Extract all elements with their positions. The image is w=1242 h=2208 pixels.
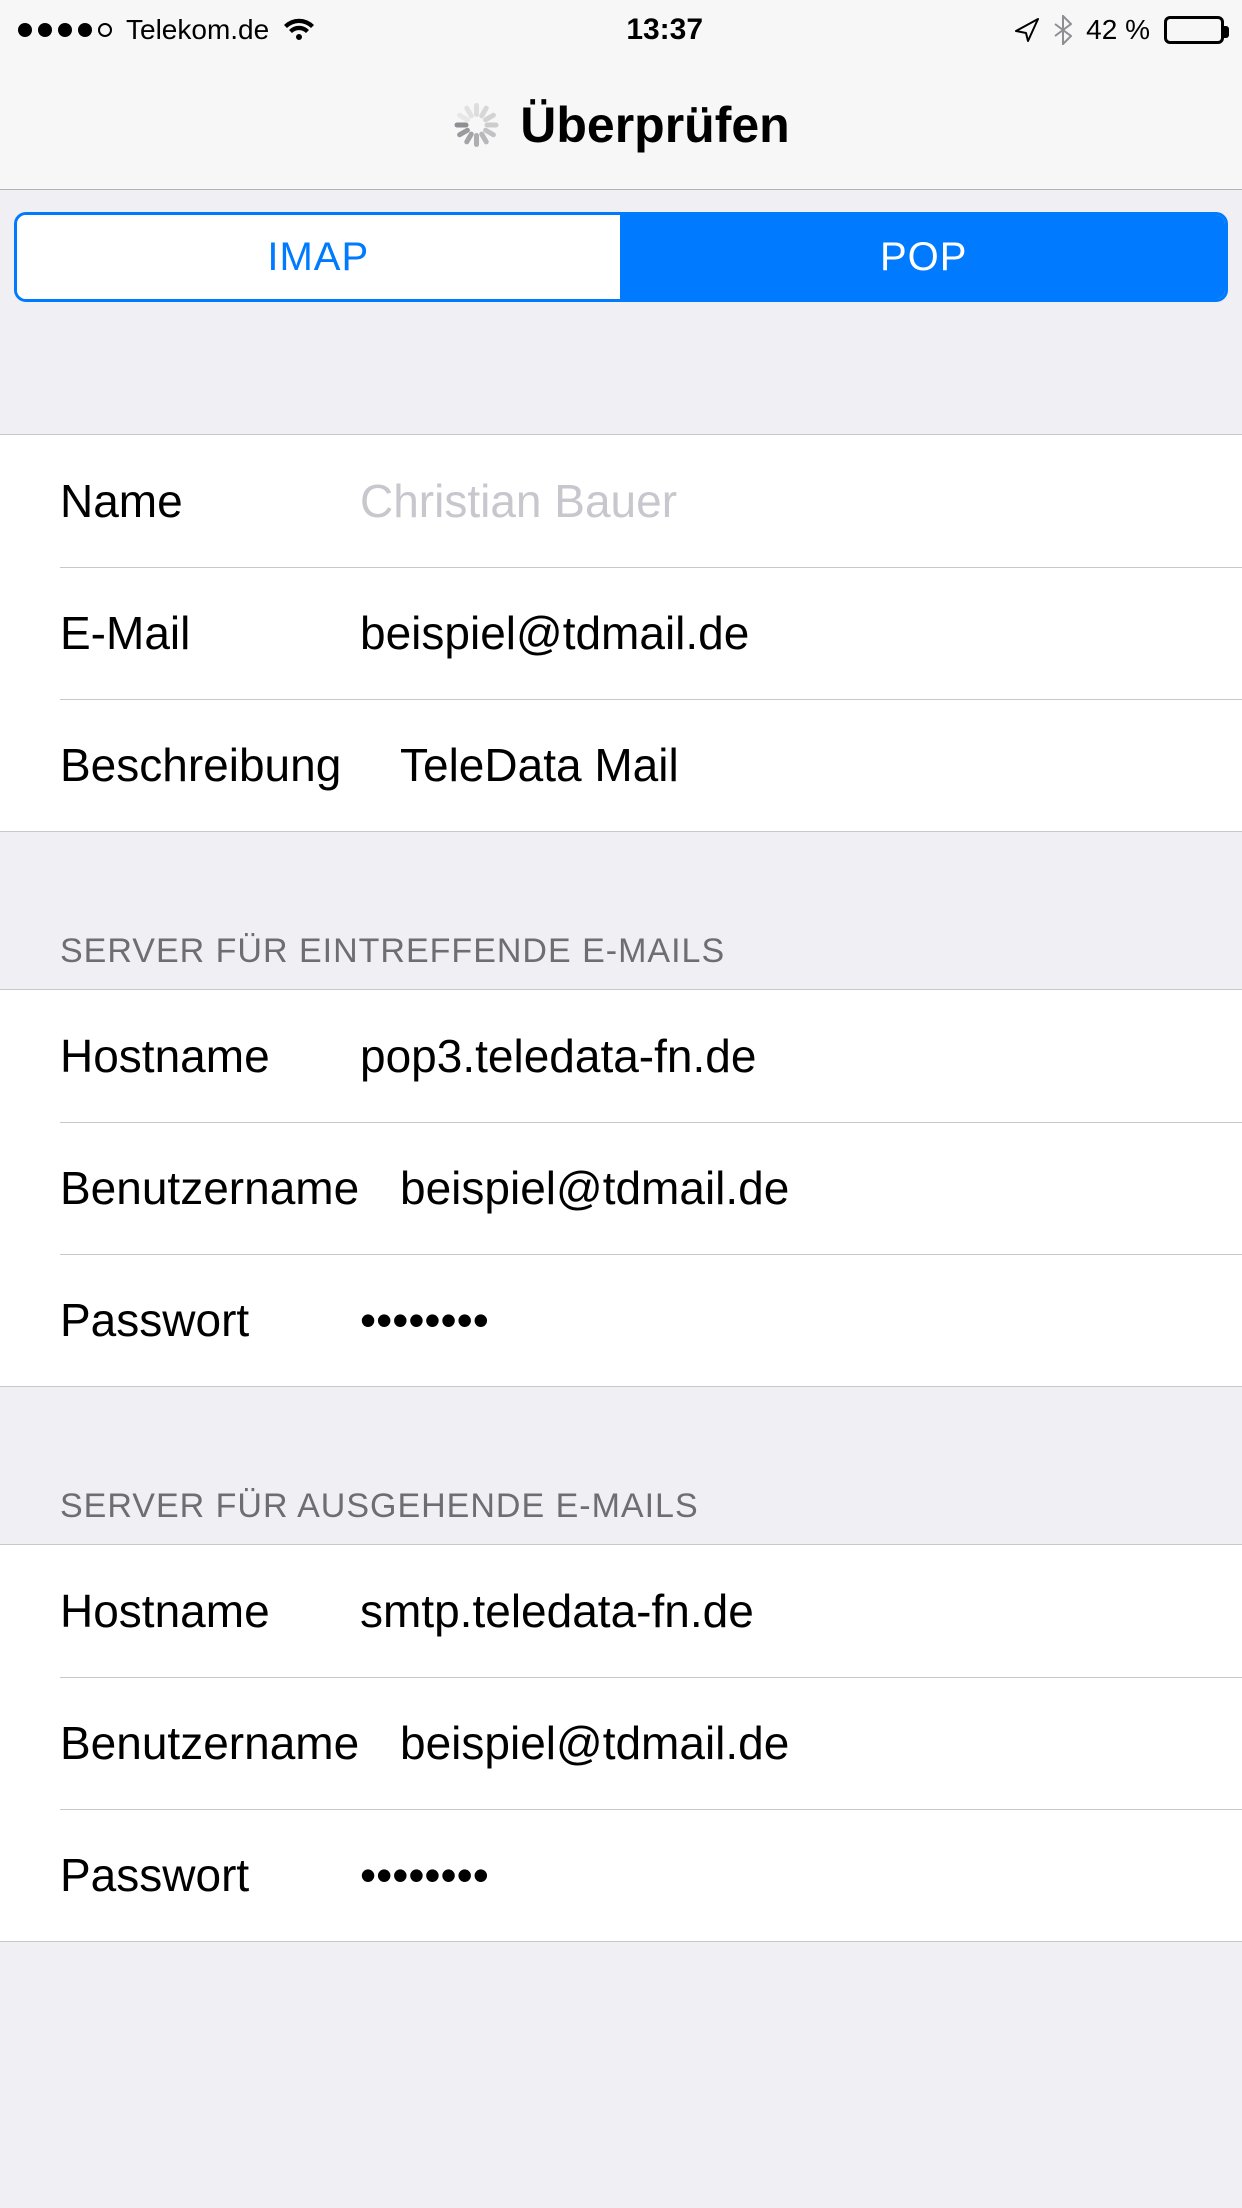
- incoming-host-label: Hostname: [60, 1029, 360, 1083]
- row-outgoing-user[interactable]: Benutzername: [0, 1677, 1242, 1809]
- email-label: E-Mail: [60, 606, 360, 660]
- outgoing-table: Hostname Benutzername Passwort: [0, 1544, 1242, 1942]
- outgoing-pass-input[interactable]: [360, 1848, 1242, 1902]
- protocol-segmented: IMAP POP: [14, 212, 1228, 302]
- name-input[interactable]: [360, 474, 1242, 528]
- protocol-segmented-wrap: IMAP POP: [0, 190, 1242, 324]
- battery-percent: 42 %: [1086, 14, 1150, 46]
- row-incoming-pass[interactable]: Passwort: [0, 1254, 1242, 1386]
- row-outgoing-pass[interactable]: Passwort: [0, 1809, 1242, 1941]
- spacer: [0, 832, 1242, 932]
- tab-imap[interactable]: IMAP: [17, 215, 620, 299]
- spacer: [0, 324, 1242, 434]
- signal-strength-icon: [18, 23, 112, 37]
- row-incoming-host[interactable]: Hostname: [0, 990, 1242, 1122]
- row-outgoing-host[interactable]: Hostname: [0, 1545, 1242, 1677]
- incoming-pass-label: Passwort: [60, 1293, 360, 1347]
- row-description[interactable]: Beschreibung: [0, 699, 1242, 831]
- status-bar: Telekom.de 13:37 42 %: [0, 0, 1242, 60]
- outgoing-pass-label: Passwort: [60, 1848, 360, 1902]
- status-time: 13:37: [626, 13, 703, 47]
- status-left: Telekom.de: [18, 14, 315, 46]
- row-email[interactable]: E-Mail: [0, 567, 1242, 699]
- description-input[interactable]: [400, 738, 1242, 792]
- outgoing-host-input[interactable]: [360, 1584, 1242, 1638]
- row-name[interactable]: Name: [0, 435, 1242, 567]
- nav-bar: Überprüfen: [0, 60, 1242, 190]
- outgoing-user-label: Benutzername: [60, 1716, 400, 1770]
- incoming-header: SERVER FÜR EINTREFFENDE E-MAILS: [0, 932, 1242, 989]
- incoming-table: Hostname Benutzername Passwort: [0, 989, 1242, 1387]
- carrier-label: Telekom.de: [126, 14, 269, 46]
- outgoing-user-input[interactable]: [400, 1716, 1242, 1770]
- outgoing-host-label: Hostname: [60, 1584, 360, 1638]
- page-title: Überprüfen: [520, 96, 789, 154]
- outgoing-header: SERVER FÜR AUSGEHENDE E-MAILS: [0, 1487, 1242, 1544]
- loading-spinner-icon: [452, 101, 500, 149]
- row-incoming-user[interactable]: Benutzername: [0, 1122, 1242, 1254]
- name-label: Name: [60, 474, 360, 528]
- incoming-user-label: Benutzername: [60, 1161, 400, 1215]
- tab-pop[interactable]: POP: [620, 215, 1226, 299]
- spacer: [0, 1387, 1242, 1487]
- incoming-user-input[interactable]: [400, 1161, 1242, 1215]
- wifi-icon: [283, 18, 315, 42]
- description-label: Beschreibung: [60, 738, 400, 792]
- battery-icon: [1164, 16, 1224, 44]
- location-icon: [1014, 17, 1040, 43]
- email-input[interactable]: [360, 606, 1242, 660]
- status-right: 42 %: [1014, 14, 1224, 46]
- account-table: Name E-Mail Beschreibung: [0, 434, 1242, 832]
- bluetooth-icon: [1054, 15, 1072, 45]
- incoming-host-input[interactable]: [360, 1029, 1242, 1083]
- incoming-pass-input[interactable]: [360, 1293, 1242, 1347]
